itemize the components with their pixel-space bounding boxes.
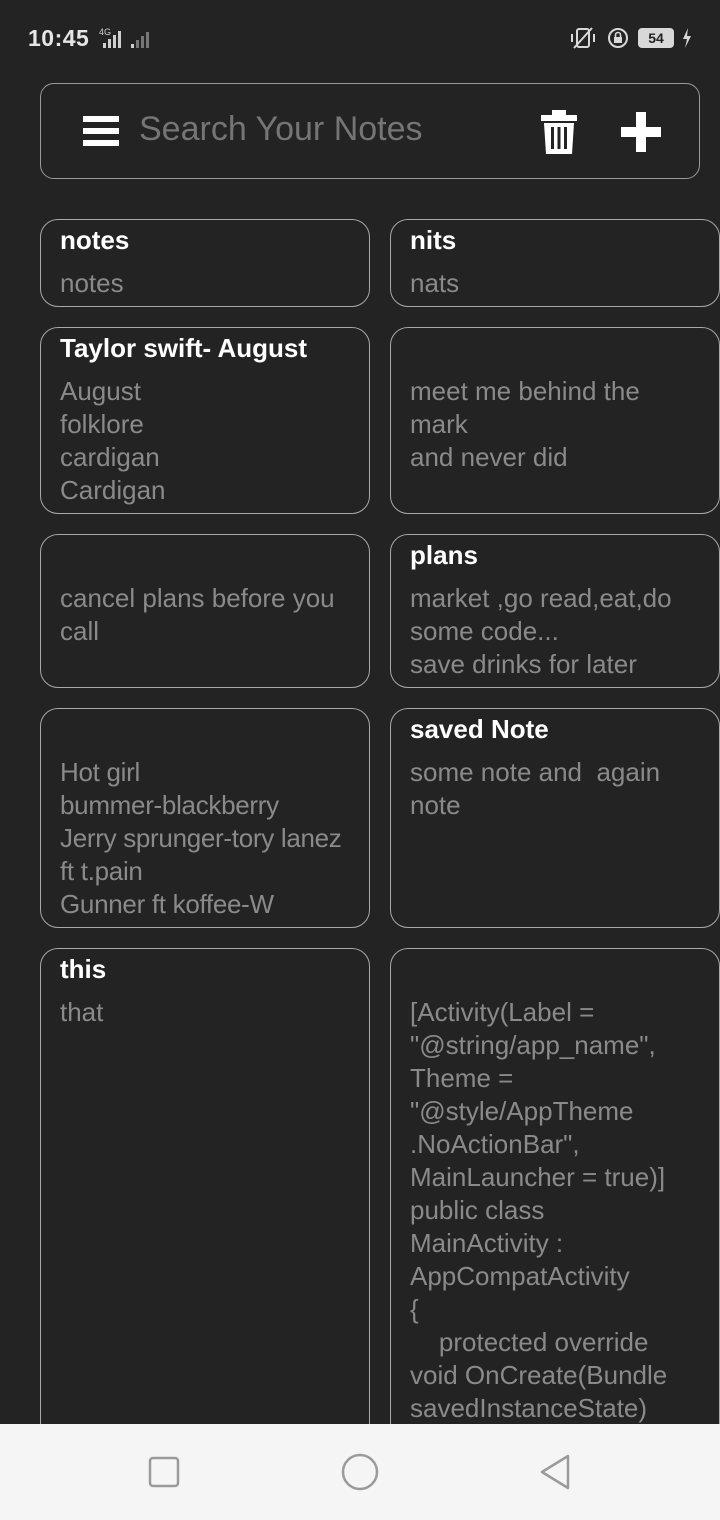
home-icon[interactable] — [340, 1452, 380, 1492]
note-body: that — [60, 997, 104, 1027]
note-title — [410, 328, 719, 368]
back-icon[interactable] — [536, 1452, 576, 1492]
note-body: nats — [410, 268, 460, 298]
note-card[interactable]: meet me behind the mark and never did — [390, 327, 720, 514]
note-body: market ,go read,eat,do some code... save… — [410, 583, 672, 679]
note-body: notes — [60, 268, 124, 298]
battery-level: 54 — [638, 28, 674, 48]
system-nav-bar — [0, 1424, 720, 1520]
note-card[interactable]: this that — [40, 948, 370, 1448]
recent-apps-icon[interactable] — [144, 1452, 184, 1492]
trash-icon[interactable] — [541, 110, 577, 154]
plus-icon[interactable] — [619, 110, 663, 154]
note-title — [60, 709, 369, 749]
note-card[interactable]: nits nats — [390, 219, 720, 307]
rotation-lock-icon — [608, 28, 628, 48]
note-title: notes — [60, 225, 130, 255]
note-title — [60, 535, 369, 575]
note-body: some note and again note — [410, 757, 661, 820]
note-title: plans — [410, 540, 478, 570]
note-title — [410, 949, 719, 989]
status-right: 54 — [568, 26, 692, 50]
note-card[interactable]: Hot girl bummer-blackberry Jerry sprunge… — [40, 708, 370, 928]
note-title: nits — [410, 225, 457, 255]
note-card[interactable]: plans market ,go read,eat,do some code..… — [390, 534, 720, 688]
note-title: saved Note — [410, 714, 549, 744]
note-card[interactable]: cancel plans before you call — [40, 534, 370, 688]
vibrate-icon — [571, 27, 595, 49]
clock: 10:45 — [28, 24, 90, 51]
signal-icon: 4G — [99, 27, 150, 48]
search-input[interactable] — [139, 110, 459, 149]
search-bar — [40, 83, 700, 179]
note-body: meet me behind the mark and never did — [410, 376, 640, 472]
note-body: [Activity(Label = "@string/app_name", Th… — [410, 997, 668, 1423]
note-card[interactable]: notes notes — [40, 219, 370, 307]
note-body: Hot girl bummer-blackberry Jerry sprunge… — [60, 757, 342, 919]
note-body: August folklore cardigan Cardigan — [60, 376, 166, 505]
note-body: cancel plans before you call — [60, 583, 335, 646]
charging-icon — [683, 28, 691, 48]
status-bar: 10:45 4G 54 — [0, 0, 720, 76]
note-card[interactable]: saved Note some note and again note — [390, 708, 720, 928]
hamburger-menu-icon[interactable] — [83, 116, 119, 146]
status-left: 10:45 4G — [28, 25, 157, 52]
note-card[interactable]: Taylor swift- August August folklore car… — [40, 327, 370, 514]
note-title: Taylor swift- August — [60, 333, 307, 363]
note-title: this — [60, 954, 107, 984]
network-type-label: 4G — [99, 27, 111, 37]
note-card[interactable]: [Activity(Label = "@string/app_name", Th… — [390, 948, 720, 1448]
